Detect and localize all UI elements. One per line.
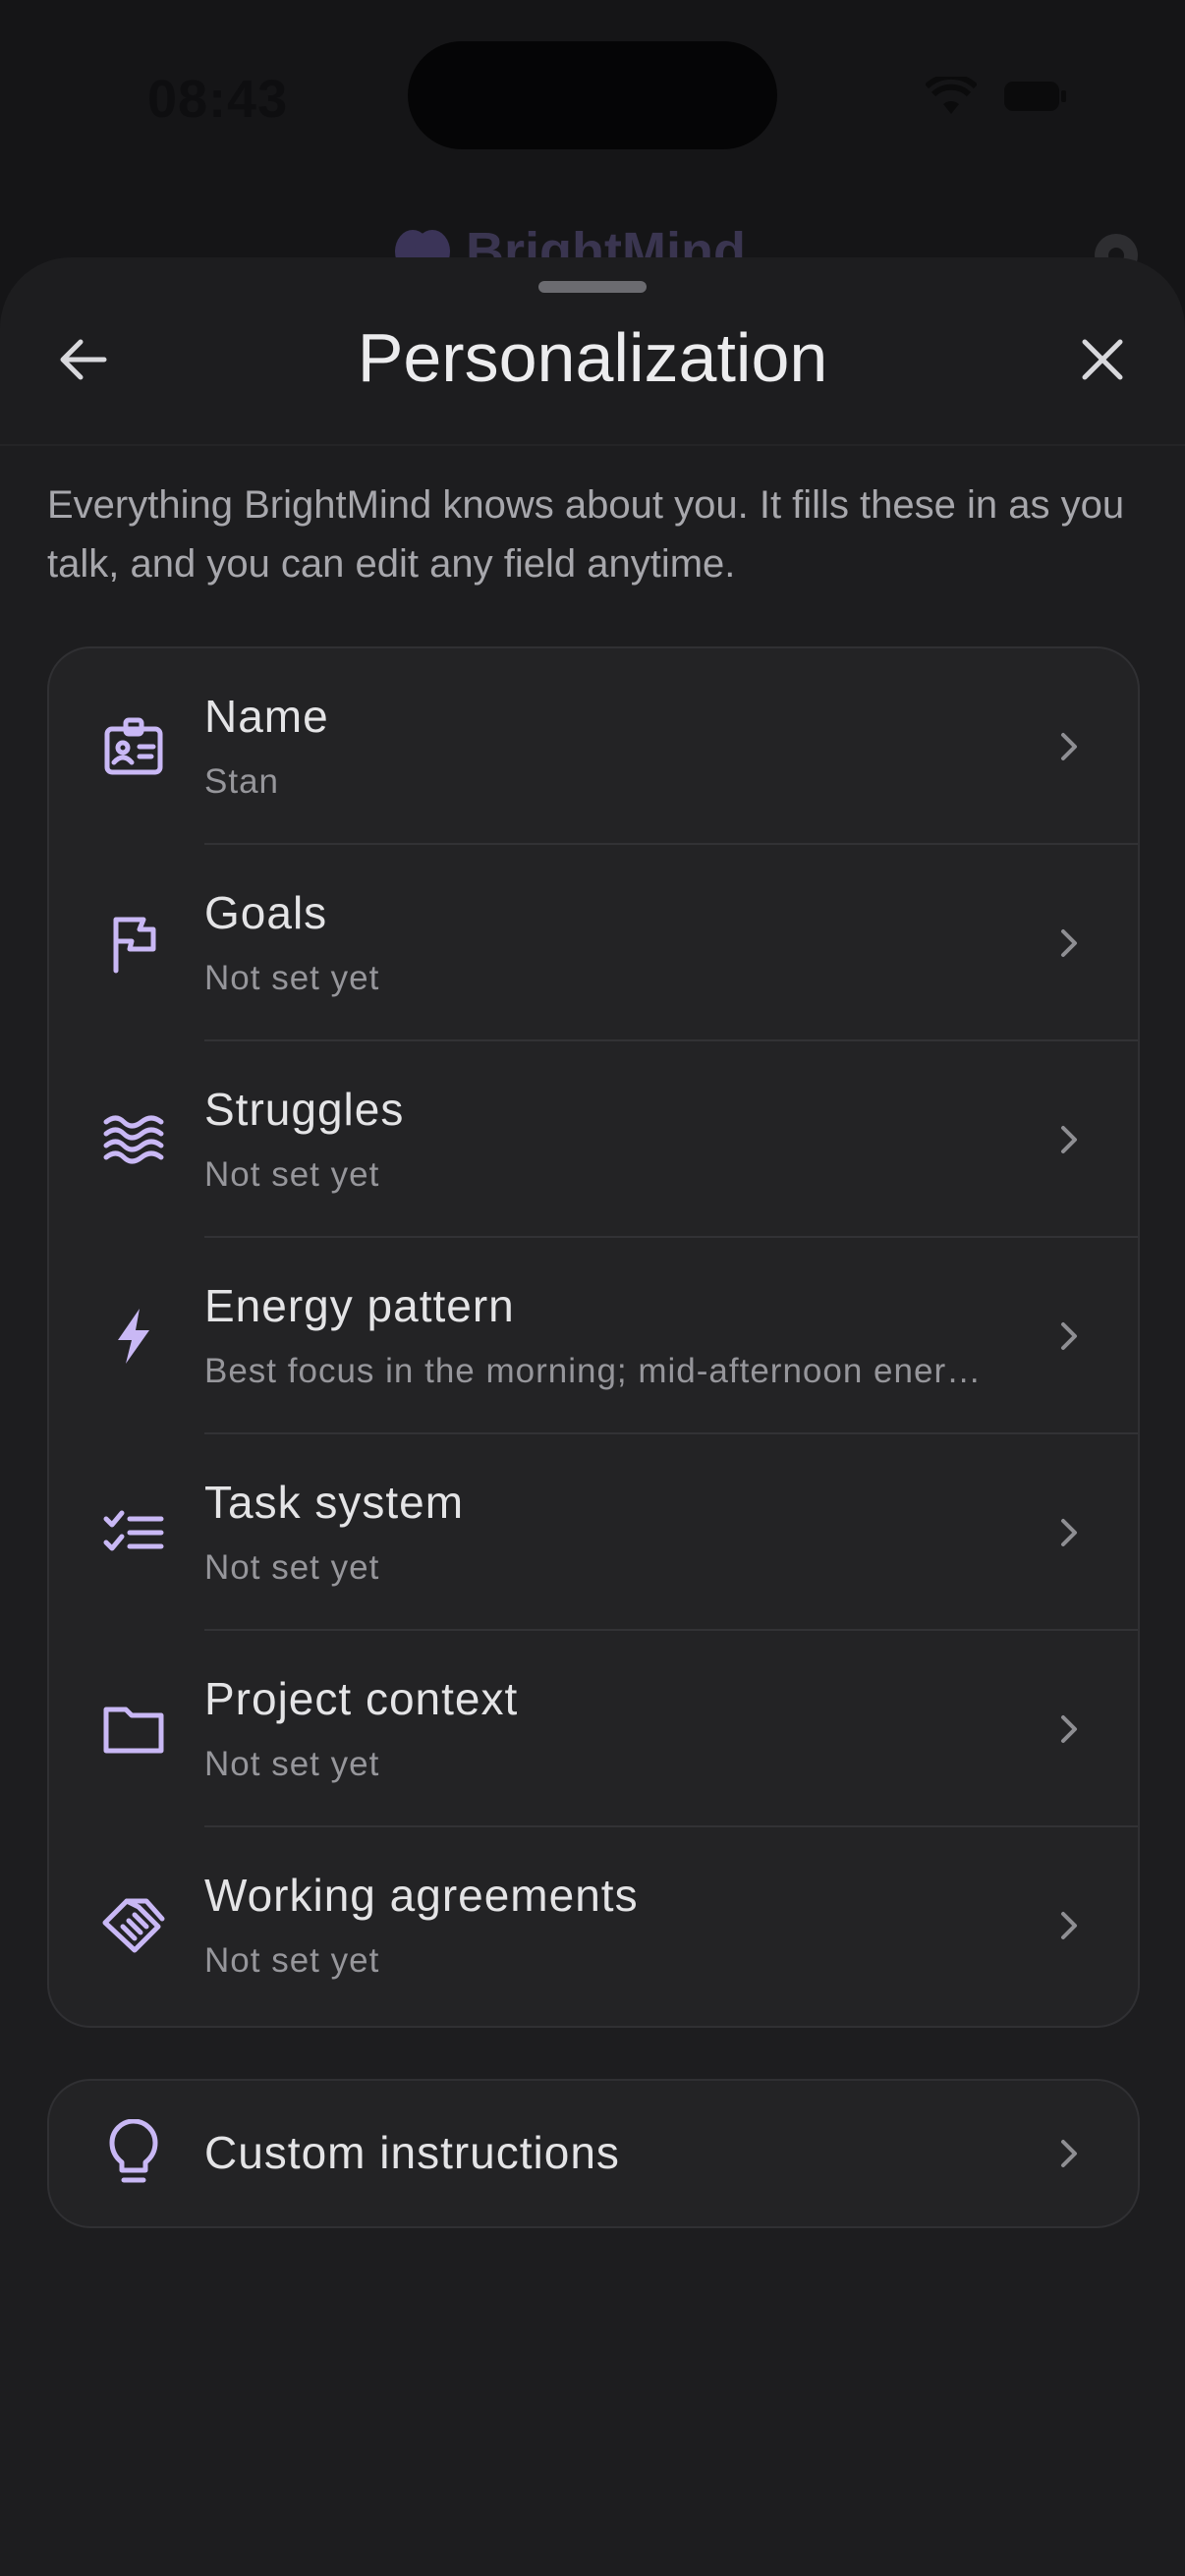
chevron-right-icon: [1047, 725, 1091, 768]
close-icon: [1079, 336, 1126, 388]
chevron-right-icon: [1047, 1904, 1091, 1947]
field-title: Goals: [204, 887, 328, 938]
field-value: Not set yet: [204, 1745, 380, 1783]
field-title: Project context: [204, 1673, 519, 1724]
battery-icon: [1004, 80, 1067, 113]
list-item-working-agreements[interactable]: Working agreements Not set yet: [49, 1827, 1138, 2024]
personalization-sheet: Personalization Everything BrightMind kn…: [0, 257, 1185, 2576]
list-item-struggles[interactable]: Struggles Not set yet: [49, 1041, 1138, 1238]
list-item-name[interactable]: Name Stan: [49, 648, 1138, 845]
page-title: Personalization: [357, 319, 828, 396]
status-bar: 08:43: [0, 0, 1185, 196]
custom-instructions-label: Custom instructions: [204, 2127, 620, 2178]
list-item-energy-pattern[interactable]: Energy pattern Best focus in the morning…: [49, 1238, 1138, 1434]
chevron-right-icon: [1047, 1118, 1091, 1161]
field-value: Not set yet: [204, 1941, 380, 1980]
sheet-description: Everything BrightMind knows about you. I…: [47, 483, 1125, 586]
list-item-goals[interactable]: Goals Not set yet: [49, 845, 1138, 1041]
checklist-icon: [98, 1497, 169, 1568]
field-value: Best focus in the morning; mid-afternoon…: [204, 1352, 983, 1390]
wifi-icon: [926, 77, 977, 116]
close-button[interactable]: [1067, 326, 1138, 397]
header-divider: [0, 444, 1185, 446]
folder-icon: [98, 1694, 169, 1764]
flag-icon: [98, 908, 169, 979]
handshake-icon: [98, 1890, 169, 1961]
chevron-right-icon: [1047, 922, 1091, 965]
field-value: Not set yet: [204, 1155, 380, 1194]
field-title: Name: [204, 691, 329, 742]
sheet-header: Personalization: [0, 297, 1185, 434]
dynamic-island: [408, 41, 777, 149]
field-title: Energy pattern: [204, 1280, 515, 1331]
sheet-grabber[interactable]: [538, 281, 647, 293]
field-value: Not set yet: [204, 1548, 380, 1587]
field-title: Struggles: [204, 1084, 405, 1135]
system-icons: [926, 77, 1067, 116]
chevron-right-icon: [1047, 1511, 1091, 1554]
chevron-right-icon: [1047, 1708, 1091, 1751]
waves-icon: [98, 1104, 169, 1175]
list-item-task-system[interactable]: Task system Not set yet: [49, 1434, 1138, 1631]
status-time: 08:43: [147, 70, 289, 129]
field-value: Not set yet: [204, 959, 380, 997]
field-value: Stan: [204, 762, 279, 801]
profile-fields-list: Name Stan Goals Not set yet Struggles No…: [47, 646, 1140, 2028]
lightbulb-icon: [98, 2118, 169, 2189]
id-badge-icon: [98, 711, 169, 782]
chevron-right-icon: [1047, 1315, 1091, 1358]
field-title: Working agreements: [204, 1870, 639, 1921]
lightning-icon: [98, 1301, 169, 1372]
list-item-project-context[interactable]: Project context Not set yet: [49, 1631, 1138, 1827]
custom-instructions-card: Custom instructions: [47, 2079, 1140, 2228]
chevron-right-icon: [1047, 2132, 1091, 2175]
custom-instructions-button[interactable]: Custom instructions: [49, 2081, 1138, 2226]
field-title: Task system: [204, 1477, 465, 1528]
